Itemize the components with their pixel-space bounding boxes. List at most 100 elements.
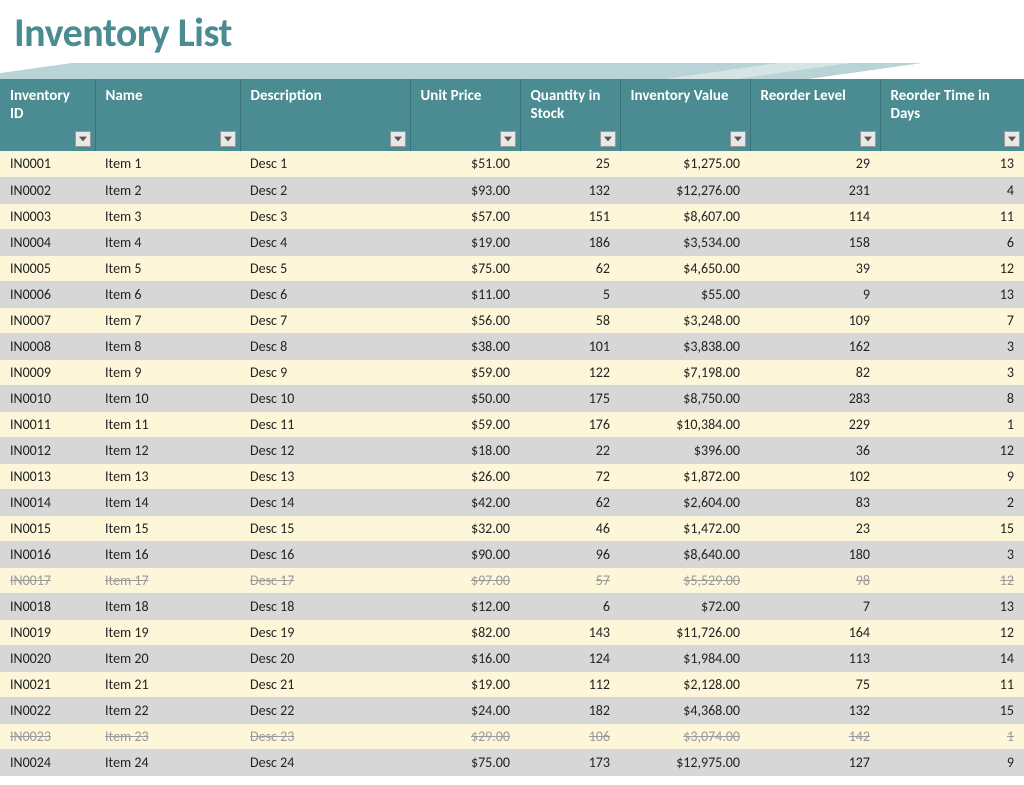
col-header-label: Name: [106, 87, 143, 105]
table-row[interactable]: IN0004Item 4Desc 4$19.00186$3,534.001586: [0, 229, 1024, 255]
cell-rt: 14: [880, 645, 1024, 671]
cell-val: $7,198.00: [620, 359, 750, 385]
cell-qty: 62: [520, 489, 620, 515]
cell-qty: 173: [520, 749, 620, 775]
cell-rt: 12: [880, 437, 1024, 463]
table-row[interactable]: IN0007Item 7Desc 7$56.0058$3,248.001097: [0, 307, 1024, 333]
table-row[interactable]: IN0015Item 15Desc 15$32.0046$1,472.00231…: [0, 515, 1024, 541]
table-row[interactable]: IN0021Item 21Desc 21$19.00112$2,128.0075…: [0, 671, 1024, 697]
filter-dropdown-icon[interactable]: [75, 131, 91, 147]
table-row[interactable]: IN0012Item 12Desc 12$18.0022$396.003612: [0, 437, 1024, 463]
table-row[interactable]: IN0001Item 1Desc 1$51.0025$1,275.002913: [0, 151, 1024, 177]
table-row[interactable]: IN0019Item 19Desc 19$82.00143$11,726.001…: [0, 619, 1024, 645]
table-row[interactable]: IN0003Item 3Desc 3$57.00151$8,607.001141…: [0, 203, 1024, 229]
cell-qty: 22: [520, 437, 620, 463]
filter-dropdown-icon[interactable]: [730, 131, 746, 147]
cell-price: $59.00: [410, 411, 520, 437]
cell-rt: 12: [880, 619, 1024, 645]
cell-val: $1,275.00: [620, 151, 750, 177]
cell-rt: 9: [880, 749, 1024, 775]
cell-desc: Desc 2: [240, 177, 410, 203]
filter-dropdown-icon[interactable]: [600, 131, 616, 147]
table-row[interactable]: IN0013Item 13Desc 13$26.0072$1,872.00102…: [0, 463, 1024, 489]
cell-desc: Desc 20: [240, 645, 410, 671]
filter-dropdown-icon[interactable]: [500, 131, 516, 147]
cell-rt: 12: [880, 567, 1024, 593]
filter-dropdown-icon[interactable]: [220, 131, 236, 147]
table-row[interactable]: IN0022Item 22Desc 22$24.00182$4,368.0013…: [0, 697, 1024, 723]
filter-dropdown-icon[interactable]: [860, 131, 876, 147]
cell-name: Item 12: [95, 437, 240, 463]
table-row[interactable]: IN0020Item 20Desc 20$16.00124$1,984.0011…: [0, 645, 1024, 671]
cell-qty: 58: [520, 307, 620, 333]
table-row[interactable]: IN0002Item 2Desc 2$93.00132$12,276.00231…: [0, 177, 1024, 203]
col-header-desc[interactable]: Description: [240, 79, 410, 151]
cell-qty: 182: [520, 697, 620, 723]
cell-id: IN0002: [0, 177, 95, 203]
cell-val: $2,128.00: [620, 671, 750, 697]
table-row[interactable]: IN0023Item 23Desc 23$29.00106$3,074.0014…: [0, 723, 1024, 749]
col-header-val[interactable]: Inventory Value: [620, 79, 750, 151]
table-row[interactable]: IN0005Item 5Desc 5$75.0062$4,650.003912: [0, 255, 1024, 281]
cell-rt: 9: [880, 463, 1024, 489]
table-row[interactable]: IN0006Item 6Desc 6$11.005$55.00913: [0, 281, 1024, 307]
cell-name: Item 24: [95, 749, 240, 775]
cell-rl: 164: [750, 619, 880, 645]
cell-id: IN0013: [0, 463, 95, 489]
col-header-id[interactable]: Inventory ID: [0, 79, 95, 151]
cell-id: IN0014: [0, 489, 95, 515]
col-header-price[interactable]: Unit Price: [410, 79, 520, 151]
cell-desc: Desc 22: [240, 697, 410, 723]
table-row[interactable]: IN0010Item 10Desc 10$50.00175$8,750.0028…: [0, 385, 1024, 411]
cell-rt: 13: [880, 151, 1024, 177]
cell-rl: 142: [750, 723, 880, 749]
cell-name: Item 3: [95, 203, 240, 229]
table-row[interactable]: IN0016Item 16Desc 16$90.0096$8,640.00180…: [0, 541, 1024, 567]
cell-rl: 39: [750, 255, 880, 281]
cell-val: $3,838.00: [620, 333, 750, 359]
cell-price: $42.00: [410, 489, 520, 515]
cell-id: IN0003: [0, 203, 95, 229]
cell-rt: 1: [880, 723, 1024, 749]
cell-name: Item 15: [95, 515, 240, 541]
cell-rt: 1: [880, 411, 1024, 437]
cell-qty: 124: [520, 645, 620, 671]
table-row[interactable]: IN0014Item 14Desc 14$42.0062$2,604.00832: [0, 489, 1024, 515]
cell-desc: Desc 19: [240, 619, 410, 645]
filter-dropdown-icon[interactable]: [1004, 131, 1020, 147]
cell-name: Item 22: [95, 697, 240, 723]
cell-rl: 36: [750, 437, 880, 463]
col-header-qty[interactable]: Quantity in Stock: [520, 79, 620, 151]
cell-rl: 132: [750, 697, 880, 723]
cell-val: $8,607.00: [620, 203, 750, 229]
cell-price: $11.00: [410, 281, 520, 307]
cell-qty: 122: [520, 359, 620, 385]
cell-price: $19.00: [410, 671, 520, 697]
cell-rt: 3: [880, 359, 1024, 385]
cell-id: IN0012: [0, 437, 95, 463]
col-header-rl[interactable]: Reorder Level: [750, 79, 880, 151]
cell-rt: 3: [880, 541, 1024, 567]
table-row[interactable]: IN0008Item 8Desc 8$38.00101$3,838.001623: [0, 333, 1024, 359]
table-row[interactable]: IN0024Item 24Desc 24$75.00173$12,975.001…: [0, 749, 1024, 775]
col-header-name[interactable]: Name: [95, 79, 240, 151]
col-header-rt[interactable]: Reorder Time in Days: [880, 79, 1024, 151]
cell-rl: 162: [750, 333, 880, 359]
table-row[interactable]: IN0017Item 17Desc 17$97.0057$5,529.00981…: [0, 567, 1024, 593]
cell-name: Item 14: [95, 489, 240, 515]
cell-qty: 176: [520, 411, 620, 437]
cell-rt: 4: [880, 177, 1024, 203]
cell-price: $29.00: [410, 723, 520, 749]
cell-price: $16.00: [410, 645, 520, 671]
col-header-label: Description: [251, 87, 322, 105]
cell-desc: Desc 10: [240, 385, 410, 411]
table-row[interactable]: IN0018Item 18Desc 18$12.006$72.00713: [0, 593, 1024, 619]
cell-id: IN0020: [0, 645, 95, 671]
cell-price: $82.00: [410, 619, 520, 645]
cell-price: $18.00: [410, 437, 520, 463]
table-row[interactable]: IN0009Item 9Desc 9$59.00122$7,198.00823: [0, 359, 1024, 385]
table-row[interactable]: IN0011Item 11Desc 11$59.00176$10,384.002…: [0, 411, 1024, 437]
cell-rl: 114: [750, 203, 880, 229]
filter-dropdown-icon[interactable]: [390, 131, 406, 147]
cell-val: $2,604.00: [620, 489, 750, 515]
